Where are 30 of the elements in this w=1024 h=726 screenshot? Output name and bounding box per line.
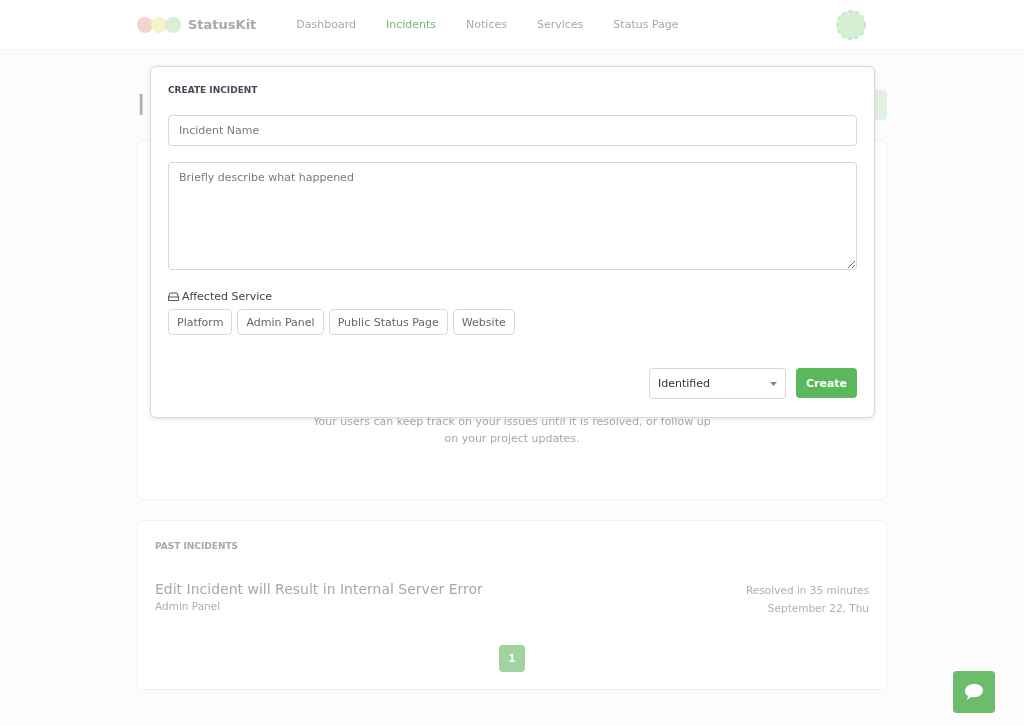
status-select[interactable]: Identified <box>649 368 786 399</box>
incident-date: September 22, Thu <box>766 601 869 616</box>
incident-name-field[interactable]: Incident Name <box>168 115 857 146</box>
field-label: Affected Service <box>182 290 273 303</box>
service-toggle[interactable]: Platform <box>168 309 233 335</box>
avatar-icon[interactable] <box>835 8 867 41</box>
service-toggle[interactable]: Website <box>452 309 515 335</box>
caret-icon <box>770 381 777 386</box>
nav-link[interactable]: Notices <box>466 18 507 31</box>
nav-link[interactable]: Services <box>536 18 584 31</box>
page-button[interactable]: 1 <box>499 645 525 672</box>
create-button[interactable]: Create <box>796 368 857 398</box>
service-toggle[interactable]: Public Status Page <box>328 309 448 335</box>
incident-duration: Resolved in 35 minutes <box>746 583 869 598</box>
nav-link[interactable]: Incidents <box>386 18 437 31</box>
chat-bubble-icon <box>964 683 984 701</box>
description-field[interactable]: Briefly describe what happened <box>168 162 857 270</box>
page-title: I <box>137 88 146 122</box>
dialog-title: CREATE INCIDENT <box>168 85 259 95</box>
nav-link[interactable]: Dashboard <box>296 18 356 31</box>
incident-title[interactable]: Edit Incident will Result in Internal Server Error <box>155 581 483 597</box>
service-toggle[interactable]: Admin Panel <box>237 309 324 335</box>
drive-icon <box>168 292 179 301</box>
logo-icon <box>137 16 181 33</box>
chat-button[interactable] <box>953 671 995 713</box>
section-heading: PAST INCIDENTS <box>155 541 240 551</box>
empty-text: on your project updates. <box>444 431 580 447</box>
brand-name: StatusKit <box>188 17 257 32</box>
nav-link[interactable]: Status Page <box>613 18 679 31</box>
incident-service: Admin Panel <box>155 600 222 612</box>
